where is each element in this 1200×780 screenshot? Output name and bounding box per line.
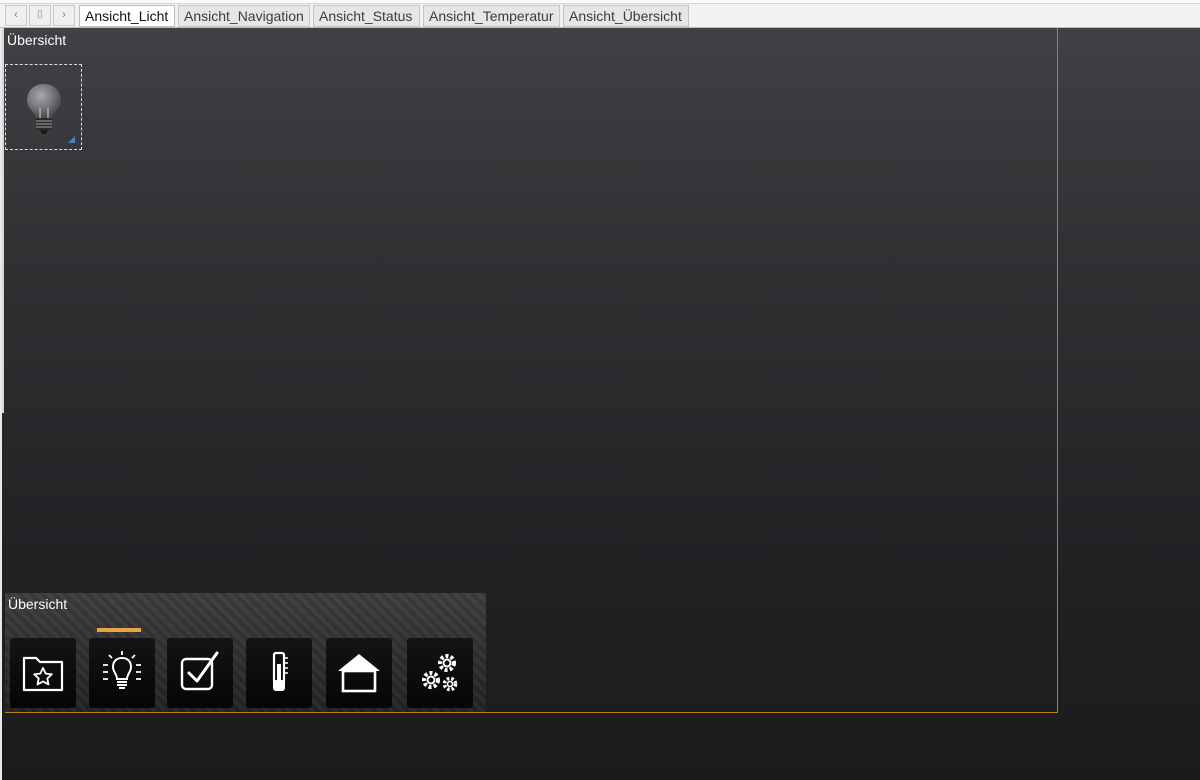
light-bulb-icon bbox=[27, 84, 61, 134]
checkbox-icon bbox=[180, 651, 219, 691]
view-canvas[interactable]: Übersicht Übersicht bbox=[2, 28, 1200, 780]
light-bulb-icon bbox=[103, 651, 141, 689]
active-nav-indicator bbox=[97, 628, 141, 632]
gears-icon bbox=[422, 654, 458, 692]
tab-bar-top-strip bbox=[0, 0, 1200, 4]
nav-button-light[interactable] bbox=[89, 638, 155, 708]
nav-button-settings[interactable] bbox=[407, 638, 473, 708]
view-tab-bar: ‹ ⌷ › Ansicht_Licht Ansicht_Navigation A… bbox=[0, 0, 1200, 28]
tab-menu-button[interactable]: ⌷ bbox=[29, 5, 51, 26]
nav-button-status[interactable] bbox=[167, 638, 233, 708]
nav-button-favorites[interactable] bbox=[10, 638, 76, 708]
view-title: Übersicht bbox=[7, 32, 67, 48]
navigation-widget: Übersicht bbox=[5, 593, 486, 712]
nav-button-temperature[interactable] bbox=[246, 638, 312, 708]
tab-ansicht-uebersicht[interactable]: Ansicht_Übersicht bbox=[563, 5, 689, 27]
tab-ansicht-temperatur[interactable]: Ansicht_Temperatur bbox=[423, 5, 560, 27]
widget-resize-handle[interactable] bbox=[68, 136, 75, 143]
tab-ansicht-navigation[interactable]: Ansicht_Navigation bbox=[178, 5, 310, 27]
nav-button-home[interactable] bbox=[326, 638, 392, 708]
house-icon bbox=[338, 654, 380, 693]
canvas-left-edge bbox=[2, 28, 4, 413]
navigation-widget-title: Übersicht bbox=[8, 596, 68, 612]
folder-star-icon bbox=[22, 656, 64, 692]
tab-prev-button[interactable]: ‹ bbox=[5, 5, 27, 26]
light-bulb-widget[interactable] bbox=[5, 64, 82, 150]
tab-ansicht-licht[interactable]: Ansicht_Licht bbox=[79, 5, 175, 27]
tab-ansicht-status[interactable]: Ansicht_Status bbox=[313, 5, 420, 27]
thermometer-icon bbox=[272, 651, 288, 691]
tab-next-button[interactable]: › bbox=[53, 5, 75, 26]
